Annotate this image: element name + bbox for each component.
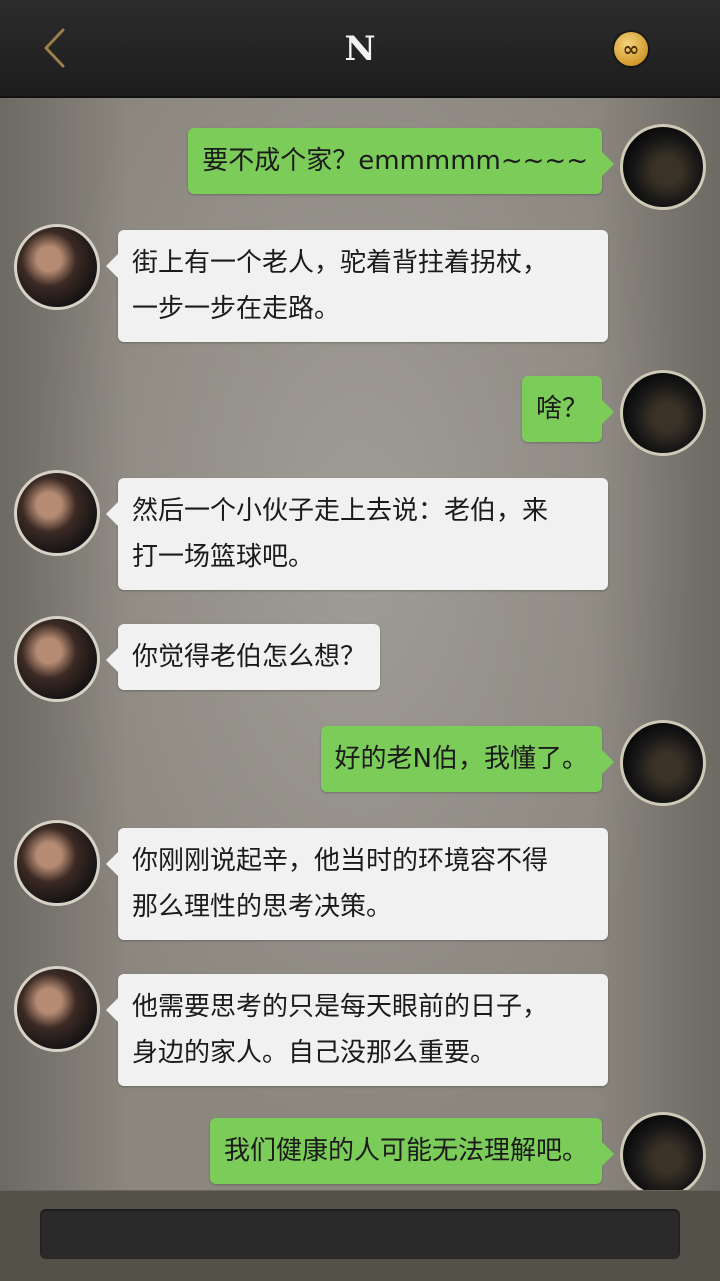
contact-avatar[interactable] bbox=[14, 616, 100, 702]
contact-avatar[interactable] bbox=[14, 820, 100, 906]
message-bubble-sent[interactable]: 要不成个家？emmmmm~~~~ bbox=[188, 128, 614, 194]
back-button[interactable] bbox=[30, 24, 78, 72]
my-avatar[interactable] bbox=[620, 124, 706, 210]
infinity-badge-icon[interactable]: ∞ bbox=[614, 32, 648, 66]
contact-avatar[interactable] bbox=[14, 224, 100, 310]
input-bar bbox=[0, 1190, 720, 1281]
message-bubble-sent[interactable]: 好的老N伯，我懂了。 bbox=[320, 726, 615, 792]
message-bubble-sent[interactable]: 啥？ bbox=[521, 376, 615, 442]
top-bar: N ∞ bbox=[0, 0, 720, 98]
contact-avatar[interactable] bbox=[14, 966, 100, 1052]
message-bubble-received[interactable]: 他需要思考的只是每天眼前的日子， 身边的家人。自己没那么重要。 bbox=[106, 974, 608, 1086]
chat-title: N bbox=[344, 29, 376, 69]
chat-messages[interactable]: 要不成个家？emmmmm~~~~ 街上有一个老人，驼着背拄着拐杖， 一步一步在走… bbox=[0, 98, 720, 1190]
message-bubble-sent[interactable]: 我们健康的人可能无法理解吧。 bbox=[209, 1118, 615, 1184]
message-bubble-received[interactable]: 你觉得老伯怎么想？ bbox=[105, 624, 381, 690]
my-avatar[interactable] bbox=[620, 720, 706, 806]
message-bubble-received[interactable]: 你刚刚说起辛，他当时的环境容不得 那么理性的思考决策。 bbox=[106, 828, 608, 940]
message-input[interactable] bbox=[40, 1209, 680, 1259]
contact-avatar[interactable] bbox=[14, 470, 100, 556]
message-bubble-received[interactable]: 街上有一个老人，驼着背拄着拐杖， 一步一步在走路。 bbox=[106, 230, 608, 342]
message-bubble-received[interactable]: 然后一个小伙子走上去说：老伯，来 打一场篮球吧。 bbox=[106, 478, 608, 590]
chevron-left-icon bbox=[44, 28, 65, 68]
my-avatar[interactable] bbox=[620, 1112, 706, 1190]
my-avatar[interactable] bbox=[620, 370, 706, 456]
